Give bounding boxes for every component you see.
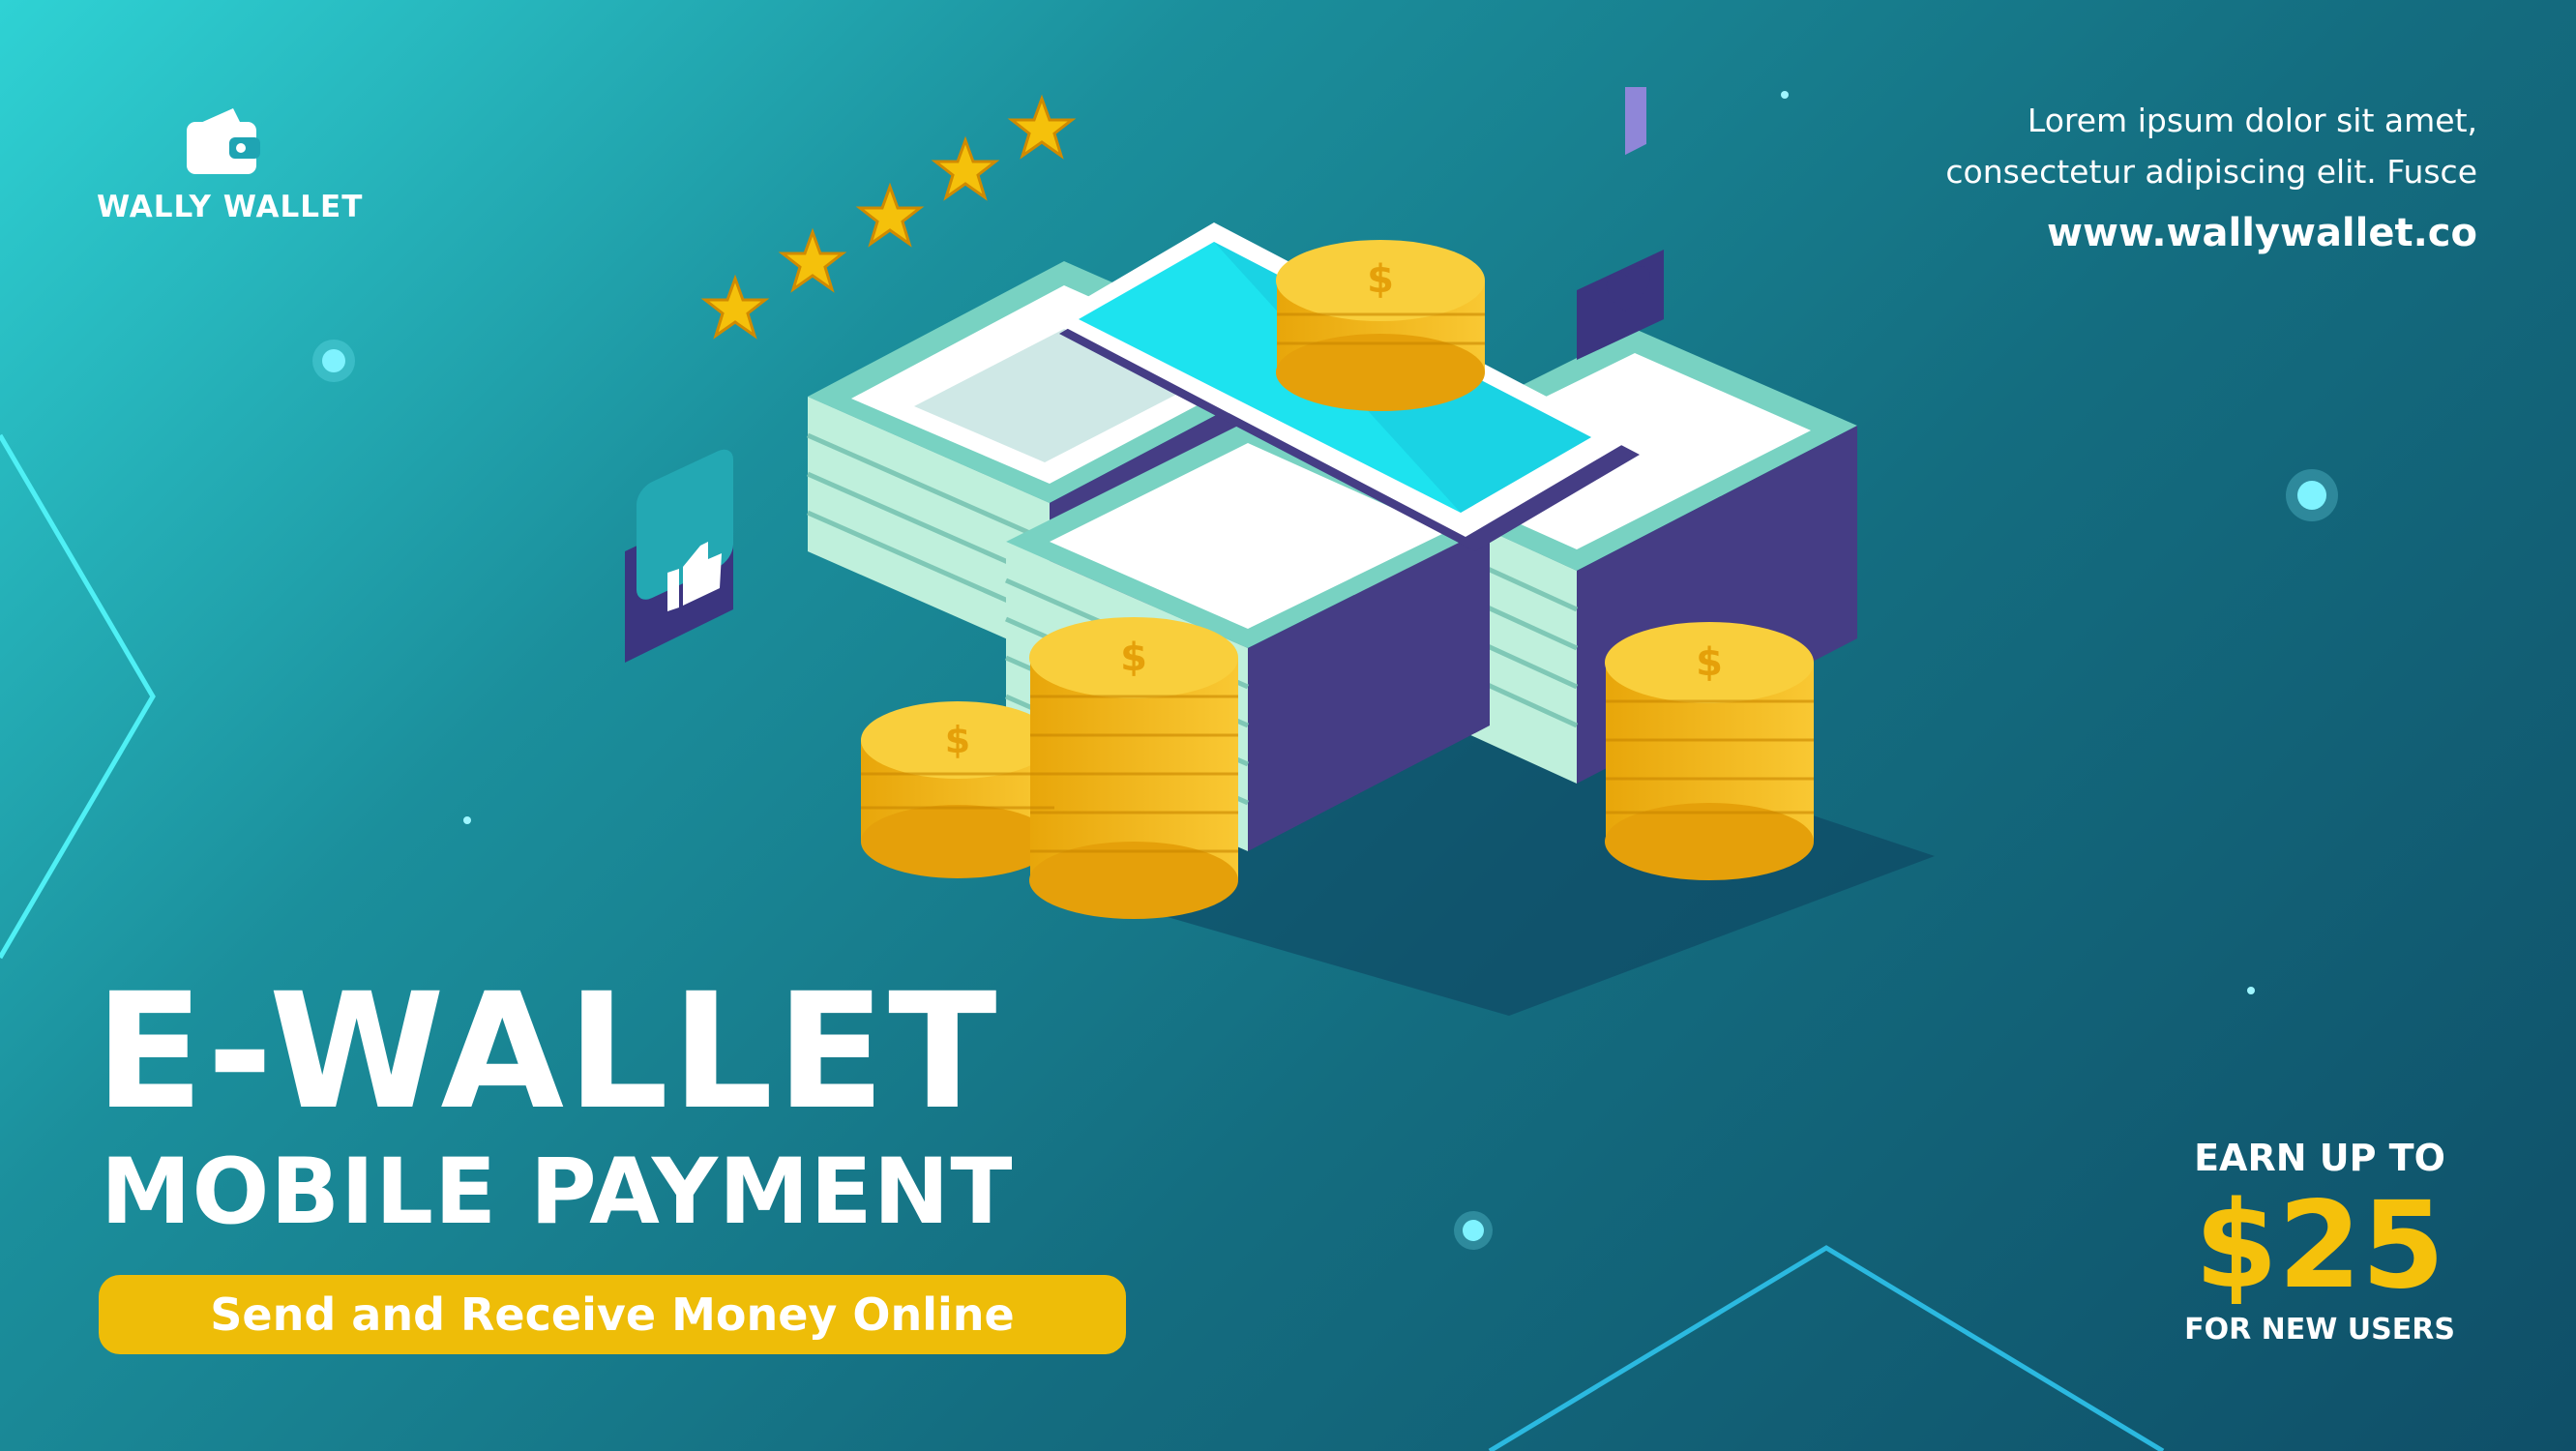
star-icon: [855, 182, 925, 248]
cta-button[interactable]: Send and Receive Money Online: [99, 1275, 1126, 1354]
glow-dot: [463, 816, 471, 824]
star-icon: [1007, 94, 1077, 160]
svg-text:$: $: [1120, 636, 1147, 680]
svg-text:$: $: [1367, 257, 1394, 302]
website-link[interactable]: www.wallywallet.co: [2047, 211, 2477, 255]
money-illustration: $ $ $ $: [625, 87, 1935, 1016]
promo-banner: WALLY WALLET Lorem ipsum dolor sit amet,…: [0, 0, 2576, 1451]
glow-dot: [2247, 987, 2255, 994]
star-icon: [931, 135, 1000, 201]
promo-bottom-text: FOR NEW USERS: [2184, 1313, 2455, 1347]
headline: E-WALLET: [95, 959, 1000, 1144]
heart-icon: [1577, 250, 1664, 360]
svg-text:$: $: [945, 719, 970, 761]
brand-logo[interactable]: WALLY WALLET: [97, 104, 364, 224]
thumbs-up-icon: [625, 449, 733, 663]
svg-text:$: $: [1696, 640, 1723, 685]
star-icon: [778, 227, 847, 293]
promo-offer: EARN UP TO $25 FOR NEW USERS: [2165, 1137, 2474, 1347]
triangle-line: [1488, 1245, 2165, 1451]
promo-amount: $25: [2194, 1176, 2445, 1316]
subheadline: MOBILE PAYMENT: [101, 1140, 1014, 1245]
star-icon: [700, 274, 770, 340]
wallet-icon: [187, 108, 260, 174]
chevron-line: [0, 433, 156, 960]
promo-top-text: EARN UP TO: [2194, 1137, 2445, 1179]
brand-name: WALLY WALLET: [97, 190, 364, 224]
